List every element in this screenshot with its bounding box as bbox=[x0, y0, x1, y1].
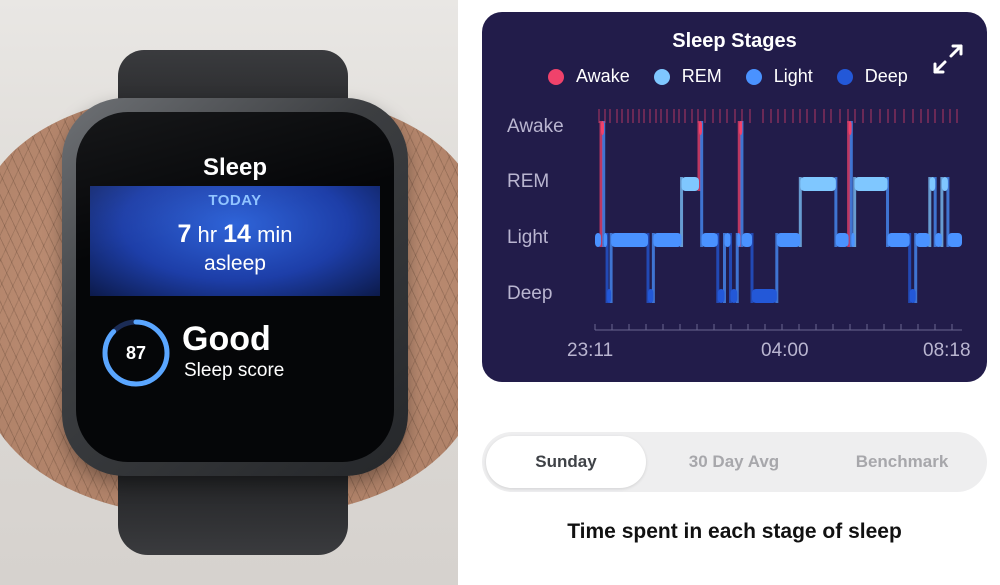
stage-segment-rem bbox=[941, 177, 948, 191]
legend-label-light: Light bbox=[773, 66, 813, 86]
stage-transition bbox=[849, 121, 853, 247]
legend-item-light: Light bbox=[745, 66, 813, 87]
duration-minutes-unit: min bbox=[257, 222, 293, 247]
stage-segment-light bbox=[653, 233, 682, 247]
legend-dot-light bbox=[745, 68, 762, 85]
stage-segment-awake bbox=[698, 121, 702, 135]
watch-asleep-label: asleep bbox=[204, 252, 266, 275]
y-label-deep: Deep bbox=[507, 283, 553, 304]
legend-label-awake: Awake bbox=[576, 66, 630, 86]
chart-caption: Time spent in each stage of sleep bbox=[567, 520, 902, 543]
stage-segment-rem bbox=[929, 177, 936, 191]
legend-dot-rem bbox=[653, 68, 670, 85]
stage-transition bbox=[700, 121, 704, 247]
x-tick-start: 23:11 bbox=[567, 340, 614, 361]
stage-segment-light bbox=[737, 233, 741, 247]
stage-segment-light bbox=[701, 233, 718, 247]
stage-segment-light bbox=[741, 233, 752, 247]
x-tick-end: 08:18 bbox=[923, 340, 971, 361]
stage-segment-awake bbox=[601, 121, 605, 135]
watch-title: Sleep bbox=[202, 154, 268, 181]
legend-item-rem: REM bbox=[653, 66, 722, 87]
legend-item-awake: Awake bbox=[548, 66, 630, 87]
stage-segment-light bbox=[887, 233, 910, 247]
legend-label-deep: Deep bbox=[864, 66, 908, 86]
tab-benchmark[interactable]: Benchmark bbox=[822, 436, 982, 488]
stage-segment-rem bbox=[800, 177, 836, 191]
sleep-stages-card: Sleep Stages Awake REM Light Deep Awake … bbox=[482, 12, 987, 382]
stage-segment-deep bbox=[717, 289, 725, 303]
stage-segment-deep bbox=[751, 289, 777, 303]
y-label-light: Light bbox=[507, 227, 549, 248]
sleep-score-label: Sleep score bbox=[184, 360, 285, 381]
legend-dot-deep bbox=[836, 68, 853, 85]
stage-segment-deep bbox=[909, 289, 916, 303]
watch-photo: Sleep TODAY 7 hr 14 min asleep 87 Good S… bbox=[0, 0, 458, 585]
chart-legend: Awake REM Light Deep bbox=[548, 66, 908, 87]
stage-segment-light bbox=[935, 233, 942, 247]
stage-segment-rem bbox=[854, 177, 888, 191]
stage-segment-deep bbox=[730, 289, 738, 303]
stage-segment-light bbox=[611, 233, 649, 247]
stage-segment-light bbox=[603, 233, 608, 247]
stage-segment-deep bbox=[648, 289, 654, 303]
watch-screen: Sleep TODAY 7 hr 14 min asleep 87 Good S… bbox=[76, 112, 394, 462]
watch-today-label: TODAY bbox=[208, 192, 262, 209]
duration-hours: 7 bbox=[177, 220, 192, 248]
stage-segment-rem bbox=[681, 177, 699, 191]
stage-segment-light bbox=[724, 233, 731, 247]
legend-dot-awake bbox=[548, 68, 564, 85]
stage-segment-light bbox=[915, 233, 930, 247]
expand-icon[interactable] bbox=[931, 42, 965, 76]
duration-hours-unit: hr bbox=[197, 222, 218, 247]
legend-label-rem: REM bbox=[681, 66, 722, 86]
stage-segment-light bbox=[851, 233, 855, 247]
stage-transition bbox=[602, 121, 606, 247]
stage-segment-light bbox=[776, 233, 801, 247]
legend-item-deep: Deep bbox=[836, 66, 908, 87]
period-tabs: Sunday 30 Day Avg Benchmark bbox=[482, 432, 987, 492]
stage-transition bbox=[740, 121, 744, 247]
tab-30-day-avg[interactable]: 30 Day Avg bbox=[654, 436, 814, 488]
watch-duration: 7 hr 14 min bbox=[76, 220, 394, 249]
y-label-awake: Awake bbox=[507, 116, 564, 137]
duration-minutes: 14 bbox=[223, 220, 251, 248]
stage-segment-awake bbox=[848, 121, 852, 135]
stage-segment-light bbox=[947, 233, 962, 247]
y-label-rem: REM bbox=[507, 171, 550, 192]
stage-transition bbox=[599, 121, 603, 247]
stage-segment-deep bbox=[607, 289, 612, 303]
tab-sunday[interactable]: Sunday bbox=[486, 436, 646, 488]
chart-title: Sleep Stages bbox=[672, 30, 797, 52]
stage-segment-light bbox=[595, 233, 602, 247]
stage-segment-light bbox=[835, 233, 849, 247]
sleep-score-rating: Good bbox=[182, 320, 271, 358]
sleep-score-value: 87 bbox=[125, 342, 147, 363]
x-tick-mid: 04:00 bbox=[761, 340, 809, 361]
stage-transition bbox=[847, 121, 851, 247]
stage-transition bbox=[737, 121, 741, 247]
stage-segment-awake bbox=[739, 121, 743, 135]
